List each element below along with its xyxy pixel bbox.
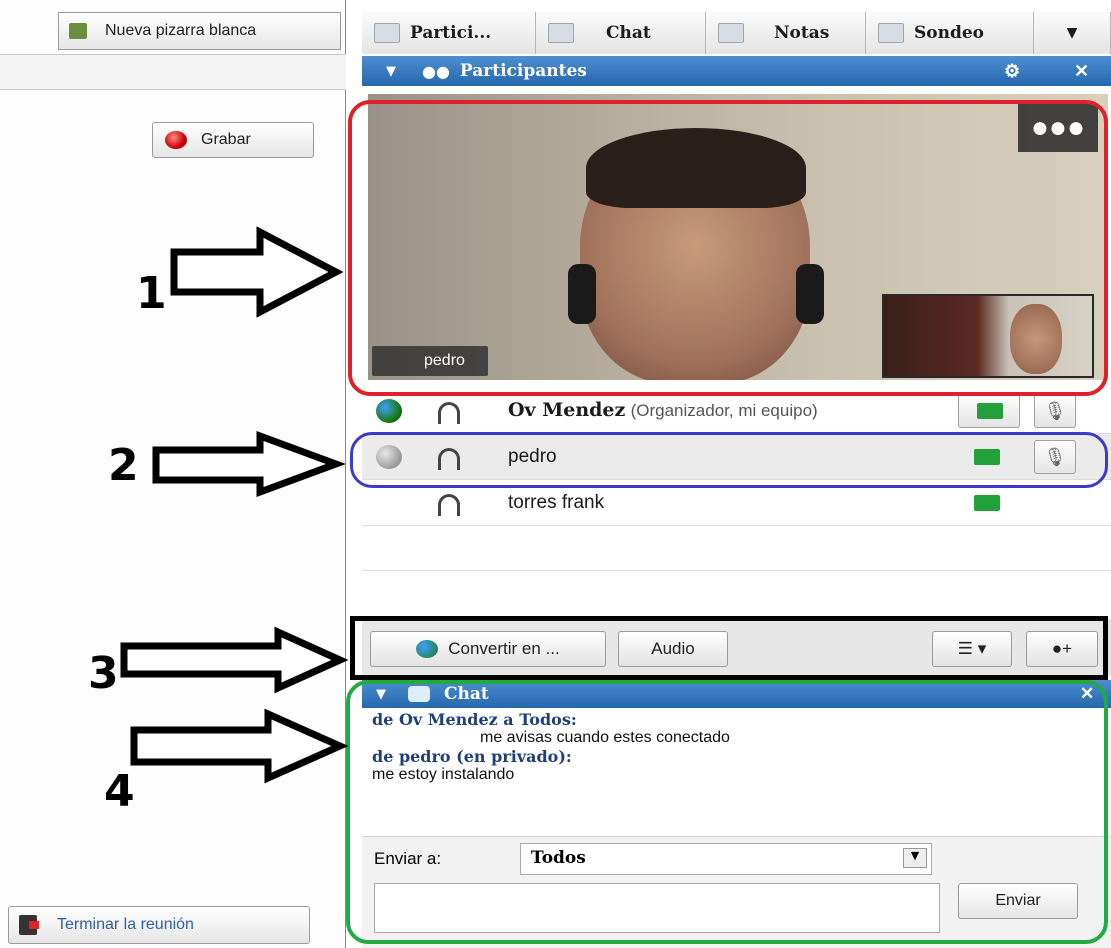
close-icon[interactable]: ✕	[1080, 684, 1094, 704]
annotation-arrow-2	[152, 430, 345, 498]
send-to-value: Todos	[531, 848, 586, 868]
participant-row-pedro[interactable]: pedro 🎙	[362, 434, 1111, 480]
headset-icon	[438, 402, 460, 424]
headset-right	[796, 264, 824, 324]
collapse-arrow-icon[interactable]: ▼	[376, 687, 386, 702]
gear-icon[interactable]: ⚙	[1004, 61, 1020, 82]
annotation-arrow-3	[120, 626, 348, 694]
annotation-arrow-4	[130, 708, 348, 784]
chevron-down-icon: ▼	[903, 848, 927, 868]
mic-muted-icon: 🎙	[1043, 400, 1067, 421]
tab-participants-label: Partici...	[410, 23, 492, 43]
panel-tab-bar: Partici... Chat Notas Sondeo ▼	[362, 12, 1111, 54]
tab-chat[interactable]: Chat	[536, 12, 706, 54]
headset-left	[568, 264, 596, 324]
chat-message-text: me avisas cuando estes conectado	[480, 729, 730, 746]
main-video-hair	[586, 128, 806, 208]
participants-panel-title: Participantes	[459, 61, 587, 81]
annotation-number-2: 2	[108, 440, 139, 491]
chat-compose-area: Enviar a: Todos ▼ Enviar	[362, 836, 1111, 948]
participant-name: pedro	[508, 445, 557, 467]
camera-icon	[974, 495, 1000, 511]
chat-message-sender: de pedro (en privado):	[372, 747, 572, 766]
participants-panel-header: ▼ ●● Participantes ⚙ ✕	[362, 56, 1111, 86]
annotation-box-3	[350, 616, 1108, 680]
chat-tab-icon	[548, 23, 574, 43]
send-button[interactable]: Enviar	[958, 883, 1078, 919]
tab-overflow-dropdown[interactable]: ▼	[1034, 12, 1111, 54]
left-toolbar-strip	[0, 54, 346, 90]
participants-group-icon: ●●	[422, 61, 450, 81]
send-label: Enviar	[995, 892, 1041, 909]
new-whiteboard-button[interactable]: Nueva pizarra blanca	[58, 12, 341, 50]
annotation-arrow-1	[170, 226, 344, 318]
participant-name: torres frank	[508, 491, 605, 513]
mute-button[interactable]: 🎙	[1034, 394, 1076, 428]
chat-message-sender: de Ov Mendez a Todos:	[372, 710, 577, 729]
annotation-number-3: 3	[88, 648, 119, 699]
tab-poll[interactable]: Sondeo	[866, 12, 1034, 54]
chevron-down-icon: ▼	[1066, 25, 1078, 41]
record-button[interactable]: Grabar	[152, 122, 314, 158]
end-meeting-label: Terminar la reunión	[57, 916, 194, 933]
end-meeting-button[interactable]: Terminar la reunión	[8, 906, 310, 944]
participants-tab-icon	[374, 23, 400, 43]
self-preview-person	[1010, 304, 1062, 374]
tab-notes-label: Notas	[774, 23, 830, 43]
notes-tab-icon	[718, 23, 744, 43]
collapse-arrow-icon[interactable]: ▼	[386, 64, 396, 79]
participant-name: Ov Mendez	[508, 399, 626, 421]
headset-icon	[438, 494, 460, 516]
tab-participants[interactable]: Partici...	[362, 12, 536, 54]
tab-poll-label: Sondeo	[914, 23, 985, 43]
status-online-icon	[376, 398, 402, 423]
mic-muted-icon: 🎙	[1043, 446, 1067, 467]
group-icon: ●●●	[1030, 111, 1086, 144]
close-icon[interactable]: ✕	[1074, 61, 1089, 82]
send-to-label: Enviar a:	[374, 849, 442, 868]
poll-tab-icon	[878, 23, 904, 43]
new-whiteboard-label: Nueva pizarra blanca	[105, 22, 257, 39]
record-icon	[165, 131, 187, 149]
video-area: pedro ●●●	[368, 94, 1108, 380]
self-preview-video	[882, 294, 1094, 378]
tab-notes[interactable]: Notas	[706, 12, 866, 54]
send-to-select[interactable]: Todos ▼	[520, 843, 932, 875]
chat-bubble-icon	[408, 686, 430, 702]
participant-row-torres[interactable]: torres frank	[362, 480, 1111, 526]
chat-message-input[interactable]	[374, 883, 940, 933]
camera-icon	[974, 449, 1000, 465]
tab-chat-label: Chat	[606, 23, 651, 43]
participant-name-wrapper: Ov Mendez (Organizador, mi equipo)	[508, 399, 818, 422]
camera-icon	[977, 403, 1003, 419]
video-layout-button[interactable]: ●●●	[1018, 104, 1098, 152]
exit-icon	[19, 915, 39, 935]
chat-panel-title: Chat	[444, 684, 489, 704]
video-name-label: pedro	[372, 346, 488, 376]
camera-button[interactable]	[958, 394, 1020, 428]
chat-message-list: de Ov Mendez a Todos: me avisas cuando e…	[362, 710, 1111, 830]
chat-panel-header: ▼ Chat ✕	[362, 680, 1111, 708]
mute-button[interactable]: 🎙	[1034, 440, 1076, 474]
participant-role: (Organizador, mi equipo)	[630, 401, 818, 420]
participant-row-organizer[interactable]: Ov Mendez (Organizador, mi equipo) 🎙	[362, 388, 1111, 434]
annotation-number-1: 1	[136, 268, 167, 319]
status-offline-icon	[376, 444, 402, 469]
chat-message-text: me estoy instalando	[372, 766, 515, 783]
headset-icon	[438, 448, 460, 470]
record-label: Grabar	[201, 131, 251, 148]
whiteboard-add-icon	[69, 23, 87, 39]
participants-divider	[362, 570, 1111, 571]
